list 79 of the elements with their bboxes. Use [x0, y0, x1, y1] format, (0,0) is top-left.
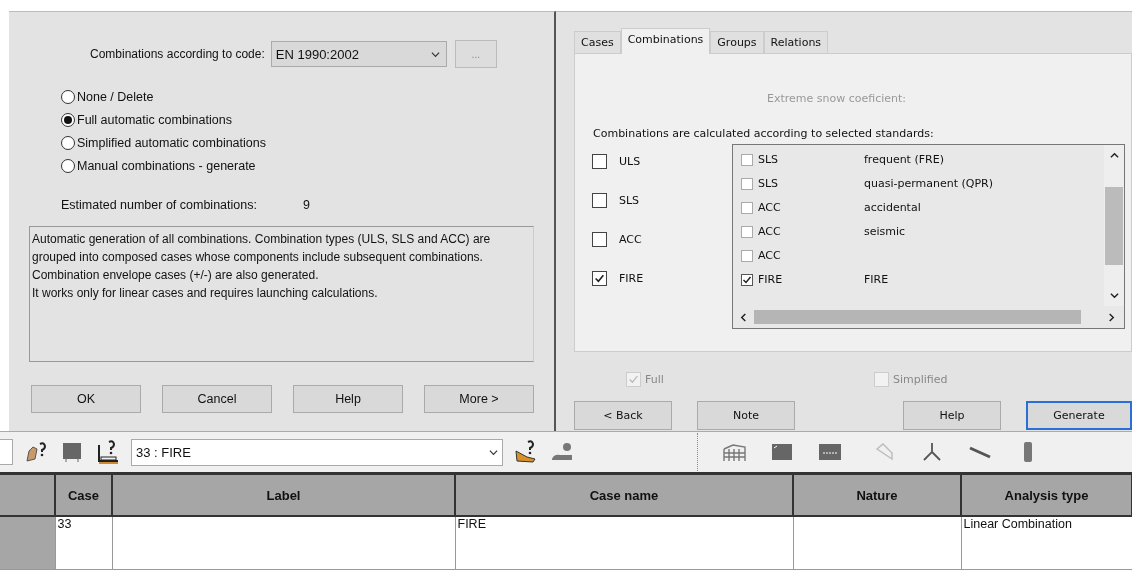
tab[interactable]: Combinations [620, 28, 711, 54]
column-header: Analysis type [961, 473, 1132, 516]
case-dropdown[interactable]: 33 : FIRE [131, 438, 503, 466]
scrollbar-thumb[interactable] [754, 310, 1081, 324]
list-item-description: frequent (FRE) [864, 153, 944, 166]
hand-question-icon[interactable] [23, 439, 49, 465]
checkbox-label[interactable]: ULS [619, 155, 641, 168]
radio-button[interactable] [61, 159, 75, 173]
radio-label[interactable]: Full automatic combinations [77, 113, 232, 127]
chevron-down-icon [430, 49, 440, 59]
checkbox-label[interactable]: ACC [619, 233, 642, 246]
row-header [0, 516, 55, 570]
description-text: It works only for linear cases and requires launching calculations. [32, 285, 379, 302]
scroll-up-icon[interactable] [1109, 151, 1119, 160]
estimate-value: 9 [302, 198, 310, 212]
description-text: Automatic generation of all combinations. Combination types (ULS, SLS and ACC) are grouped into composed cases whose components include subsequent combinations. Combination envelope cases (+/-) are also generated. [32, 231, 492, 284]
tab[interactable]: Relations [763, 31, 829, 53]
dialog-button[interactable]: More > [424, 385, 534, 413]
column-header: Nature [793, 473, 961, 516]
list-item-description: seismic [864, 225, 906, 238]
checkbox[interactable] [592, 232, 607, 247]
snow-coefficient-label: Extreme snow coeficient: [767, 92, 908, 105]
list-item-type: SLS [758, 177, 780, 190]
list-item-type: SLS [758, 153, 780, 166]
list-item-type: ACC [758, 201, 782, 214]
checkbox[interactable] [592, 154, 607, 169]
code-dropdown[interactable]: EN 1990:2002 [270, 41, 447, 67]
dialog-button[interactable]: < Back [574, 401, 672, 430]
radio-label[interactable]: None / Delete [77, 90, 154, 104]
checkbox[interactable] [741, 225, 753, 238]
ok-button[interactable]: OK [31, 385, 141, 413]
vertical-scrollbar[interactable] [1104, 145, 1124, 306]
checkbox[interactable] [741, 273, 753, 286]
list-item-description: quasi-permanent (QPR) [864, 177, 994, 190]
checkbox-label: Full [645, 373, 664, 386]
generate-button[interactable]: Generate [1026, 401, 1132, 430]
chart-question-icon[interactable] [513, 439, 539, 465]
radio-button[interactable] [61, 90, 75, 104]
list-item-type: ACC [758, 249, 782, 262]
radio-button[interactable] [61, 136, 75, 150]
checkbox[interactable] [592, 271, 607, 286]
radio-button[interactable] [61, 113, 75, 127]
dialog-button[interactable]: Note [697, 401, 795, 430]
checkbox[interactable] [741, 201, 753, 214]
table-cell: Linear Combination [961, 516, 1132, 570]
list-item-description: accidental [864, 201, 921, 214]
column-header: Case [55, 473, 112, 516]
checkbox[interactable] [741, 177, 753, 190]
checkbox-label[interactable]: FIRE [619, 272, 644, 285]
standards-label: Combinations are calculated according to selected standards: [593, 127, 935, 140]
checkbox[interactable] [592, 193, 607, 208]
code-label: Combinations according to code: [90, 47, 265, 61]
tab[interactable]: Cases [574, 31, 621, 53]
dialog-button[interactable]: Cancel [162, 385, 272, 413]
check-icon [742, 274, 752, 285]
radio-label[interactable]: Simplified automatic combinations [77, 136, 266, 150]
scroll-right-icon[interactable] [1107, 312, 1116, 322]
checkbox-label[interactable]: SLS [619, 194, 640, 207]
tab[interactable]: Groups [710, 31, 764, 53]
ruler-question-icon[interactable] [95, 439, 121, 465]
table-cell: 33 [55, 516, 112, 570]
scrollbar-thumb[interactable] [1105, 186, 1123, 265]
checkbox-label: Simplified [893, 373, 948, 386]
table-cell: FIRE [455, 516, 793, 570]
dialog-button[interactable]: Help [903, 401, 1001, 430]
scroll-down-icon[interactable] [1109, 291, 1119, 300]
list-item-type: ACC [758, 225, 782, 238]
checkbox[interactable] [741, 249, 753, 262]
check-icon [594, 273, 605, 284]
column-header: Case name [455, 473, 793, 516]
scroll-left-icon[interactable] [739, 312, 748, 322]
column-header: Label [112, 473, 455, 516]
dialog-button[interactable]: Help [293, 385, 403, 413]
chevron-down-icon [489, 447, 498, 457]
radio-label[interactable]: Manual combinations - generate [77, 159, 256, 173]
list-item-type: FIRE [758, 273, 784, 286]
estimate-label: Estimated number of combinations: [61, 198, 257, 212]
checkbox[interactable] [741, 153, 753, 166]
list-item-description: FIRE [864, 273, 889, 286]
